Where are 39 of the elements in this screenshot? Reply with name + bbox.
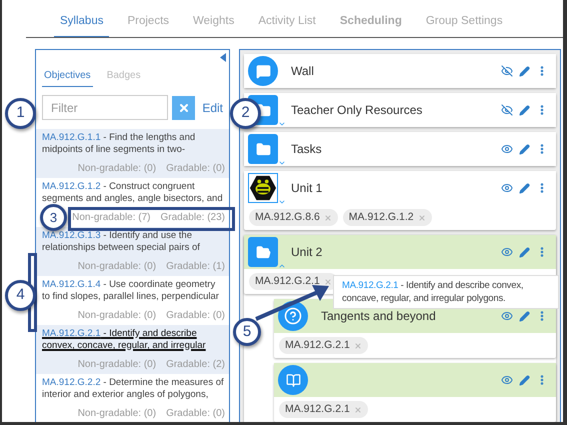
objective-text: MA.912.G.1.3 - Identify and use the relationships between special pairs of bbox=[42, 230, 201, 254]
edit-link[interactable]: Edit bbox=[202, 98, 223, 116]
objective-item[interactable]: MA.912.G.1.1 - Find the lengths and midpoints of line segments in two- Non-gradable: (0) Gradable: (0) bbox=[36, 129, 229, 178]
item-title[interactable]: Wall bbox=[291, 62, 314, 80]
objective-tooltip: MA.912.G.2.1 - Identify and describe convex, concave, regular, and irregular polygons. bbox=[333, 275, 559, 309]
objective-tag: MA.912.G.2.1 bbox=[279, 337, 368, 354]
non-gradable-count: Non-gradable: (0) bbox=[78, 260, 156, 274]
non-gradable-count: Non-gradable: (7) bbox=[72, 211, 151, 225]
objective-item[interactable]: MA.912.G.2.1 - Identify and describe convex, concave, regular, and irregular Non-gradable: (0) Gradable: (2) bbox=[36, 325, 229, 374]
non-gradable-count: Non-gradable: (0) bbox=[78, 358, 156, 372]
item-title[interactable]: Teacher Only Resources bbox=[291, 101, 422, 119]
nav-tab[interactable]: Syllabus bbox=[54, 12, 110, 37]
non-gradable-count: Non-gradable: (0) bbox=[78, 309, 156, 323]
objective-tag: MA.912.G.1.2 bbox=[342, 209, 432, 226]
callout-number: 2 bbox=[230, 98, 261, 129]
gradable-count: Gradable: (0) bbox=[166, 309, 225, 323]
gradable-count: Gradable: (2) bbox=[166, 358, 225, 372]
item-title[interactable]: Unit 2 bbox=[291, 243, 322, 261]
gradable-count: Gradable: (0) bbox=[166, 162, 225, 176]
callout-number: 4 bbox=[5, 280, 36, 311]
objective-text: MA.912.G.2.2 - Determine the measures of interior and exterior angles of polygons, bbox=[42, 377, 225, 401]
objective-tag: MA.912.G.2.1 bbox=[279, 401, 368, 418]
objective-text: MA.912.G.1.1 - Find the lengths and midpoints of line segments in two- bbox=[42, 132, 196, 156]
gradable-count: Gradable: (23) bbox=[160, 211, 225, 225]
filter-field[interactable]: Filter bbox=[42, 95, 168, 120]
non-gradable-count: Non-gradable: (0) bbox=[78, 407, 156, 421]
objective-text: MA.912.G.1.2 - Construct congruent segments and angles, angle bisectors, and bbox=[42, 181, 224, 205]
non-gradable-count: Non-gradable: (0) bbox=[78, 162, 156, 176]
callout-number: 1 bbox=[5, 98, 36, 129]
callout-number: 5 bbox=[233, 318, 261, 346]
objective-text: MA.912.G.1.4 - Use coordinate geometry to find slopes, parallel lines, perpendicular bbox=[42, 279, 220, 303]
objective-text: MA.912.G.2.1 - Identify and describe convex, concave, regular, and irregular bbox=[42, 328, 207, 352]
panel-tab[interactable]: Objectives bbox=[42, 68, 93, 87]
item-title[interactable]: Tasks bbox=[291, 140, 322, 158]
gradable-count: Gradable: (1) bbox=[166, 260, 225, 274]
gradable-count: Gradable: (0) bbox=[166, 407, 225, 421]
objective-item[interactable]: MA.912.G.1.3 - Identify and use the relationships between special pairs of Non-gradable: (0) Gradable: (1) bbox=[36, 227, 229, 276]
item-title[interactable]: Unit 1 bbox=[291, 179, 322, 197]
objective-tag: MA.912.G.8.6 bbox=[249, 209, 338, 226]
